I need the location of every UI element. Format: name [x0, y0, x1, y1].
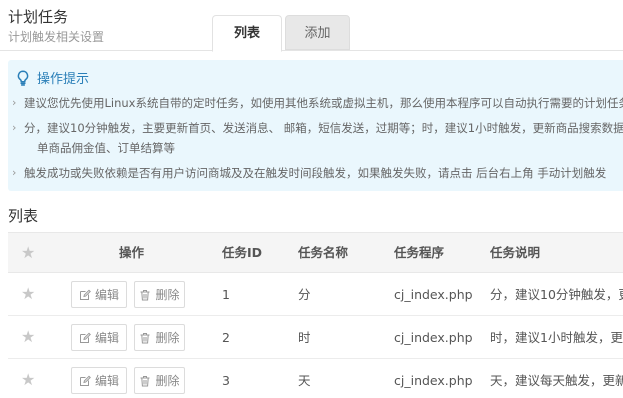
- star-icon[interactable]: ★: [21, 372, 37, 388]
- page-title: 计划任务: [8, 8, 69, 26]
- star-icon[interactable]: ★: [21, 245, 37, 261]
- star-icon[interactable]: ★: [21, 329, 37, 345]
- edit-icon: [79, 332, 91, 343]
- page-header: 计划任务 计划触发相关设置 列表 添加: [0, 0, 623, 52]
- table-row: ★ 编辑 删除 2 时 cj_index.php 时，建议1小时触发，更新商: [8, 316, 623, 359]
- edit-label: 编辑: [94, 331, 119, 345]
- tips-title-text: 操作提示: [37, 72, 90, 87]
- task-desc: 分，建议10分钟触发，更新: [490, 287, 623, 302]
- delete-button[interactable]: 删除: [134, 281, 185, 308]
- task-program: cj_index.php: [394, 373, 473, 388]
- delete-label: 删除: [155, 288, 180, 302]
- task-name: 时: [298, 330, 311, 345]
- edit-label: 编辑: [94, 288, 119, 302]
- tab-list[interactable]: 列表: [212, 15, 282, 52]
- tip-item: 分，建议10分钟触发，主要更新首页、发送消息、 邮箱，短信发送，过期等；时，建议…: [12, 118, 623, 138]
- column-header-program: 任务程序: [394, 245, 445, 260]
- task-program: cj_index.php: [394, 330, 473, 345]
- tips-title: 操作提示: [16, 68, 89, 87]
- task-id: 3: [222, 373, 230, 388]
- tips-panel: 操作提示 建议您优先使用Linux系统自带的定时任务，如使用其他系统或虚拟主机，…: [8, 60, 623, 191]
- delete-button[interactable]: 删除: [134, 324, 185, 351]
- task-id: 2: [222, 330, 230, 345]
- task-name: 分: [298, 287, 311, 302]
- edit-icon: [79, 289, 91, 300]
- column-header-actions: 操作: [119, 245, 145, 260]
- task-name: 天: [298, 373, 311, 388]
- edit-button[interactable]: 编辑: [71, 281, 127, 308]
- tip-item: 建议您优先使用Linux系统自带的定时任务，如使用其他系统或虚拟主机，那么使用本…: [12, 93, 623, 113]
- trash-icon: [140, 289, 150, 300]
- section-title: 列表: [8, 207, 39, 225]
- star-icon[interactable]: ★: [21, 286, 37, 302]
- trash-icon: [140, 375, 150, 386]
- page-subtitle: 计划触发相关设置: [8, 30, 105, 44]
- column-header-name: 任务名称: [298, 245, 349, 260]
- task-desc: 天，建议每天触发，更新商品: [490, 373, 623, 388]
- edit-label: 编辑: [94, 374, 119, 388]
- lightbulb-icon: [17, 69, 29, 86]
- task-desc: 时，建议1小时触发，更新商: [490, 330, 623, 345]
- tip-item: 触发成功或失败依赖是否有用户访问商城及及在触发时间段触发，如果触发失败，请点击 …: [12, 163, 606, 183]
- task-id: 1: [222, 287, 230, 302]
- column-header-desc: 任务说明: [490, 245, 541, 260]
- delete-label: 删除: [155, 331, 180, 345]
- edit-button[interactable]: 编辑: [71, 324, 127, 351]
- task-table: ★ 操作 任务ID 任务名称 任务程序 任务说明 ★ 编辑 删除 1 分 cj_…: [8, 232, 623, 398]
- delete-button[interactable]: 删除: [134, 367, 185, 394]
- tip-item-continued: 单商品佣金值、订单结算等: [37, 141, 175, 155]
- table-header: ★ 操作 任务ID 任务名称 任务程序 任务说明: [8, 232, 623, 273]
- table-row: ★ 编辑 删除 1 分 cj_index.php 分，建议10分钟触发，更新: [8, 273, 623, 316]
- task-program: cj_index.php: [394, 287, 473, 302]
- column-header-id: 任务ID: [222, 245, 263, 260]
- trash-icon: [140, 332, 150, 343]
- edit-button[interactable]: 编辑: [71, 367, 127, 394]
- table-row: ★ 编辑 删除 3 天 cj_index.php 天，建议每天触发，更新商品: [8, 359, 623, 398]
- edit-icon: [79, 375, 91, 386]
- delete-label: 删除: [155, 374, 180, 388]
- tab-add[interactable]: 添加: [285, 15, 350, 50]
